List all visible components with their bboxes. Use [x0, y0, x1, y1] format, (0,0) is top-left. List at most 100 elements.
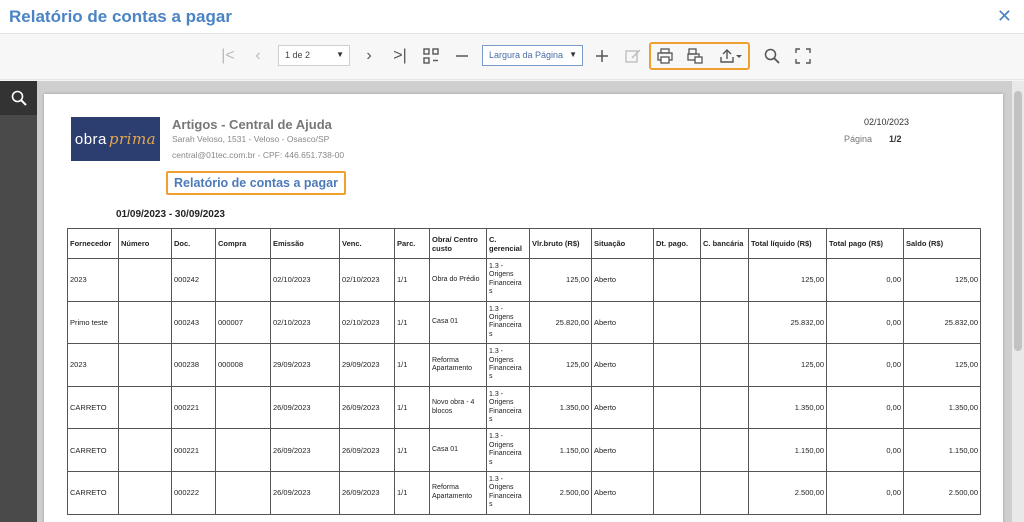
column-header: Doc. [171, 228, 216, 259]
table-cell: 25.820,00 [529, 300, 592, 345]
table-cell: 29/09/2023 [339, 343, 395, 387]
table-cell: 000221 [171, 385, 216, 430]
table-cell: 1.3 - Origens Financeira s [486, 470, 530, 515]
table-cell: 000242 [171, 258, 216, 302]
last-page-icon[interactable]: >| [391, 44, 409, 68]
table-cell: 000222 [171, 470, 216, 515]
table-cell: 1.350,00 [748, 385, 827, 430]
column-header: Emissão [270, 228, 340, 259]
table-cell [215, 428, 271, 472]
table-cell: 1.3 - Origens Financeira s [486, 428, 530, 472]
highlight-box [649, 42, 750, 70]
edit-icon[interactable] [623, 44, 643, 68]
table-row: CARRETO 000221 26/09/2023 26/09/2023 1/1 Casa… [67, 428, 981, 472]
chevron-down-icon: ▼ [336, 50, 344, 59]
table-cell [653, 385, 701, 430]
page-label: Página [844, 134, 873, 144]
table-cell [653, 343, 701, 387]
column-header: C. bancária [700, 228, 749, 259]
table-cell: 25.832,00 [903, 300, 981, 345]
close-icon[interactable]: ✕ [997, 6, 1012, 27]
table-cell: Aberto [591, 385, 654, 430]
table-cell [118, 343, 172, 387]
column-header: Obra/ Centro custo [429, 228, 487, 259]
first-page-icon[interactable]: |< [219, 44, 237, 68]
column-header: Número [118, 228, 172, 259]
table-cell [653, 428, 701, 472]
table-cell: 1/1 [394, 385, 430, 430]
zoom-in-icon[interactable] [593, 44, 611, 68]
table-cell: 125,00 [748, 343, 827, 387]
company-name: Artigos - Central de Ajuda [172, 117, 332, 132]
next-page-icon[interactable]: › [361, 44, 377, 68]
zoom-select[interactable]: Largura da Página ▼ [482, 45, 583, 66]
table-cell: 0,00 [826, 300, 904, 345]
table-cell [700, 300, 749, 345]
table-cell: 2.500,00 [529, 470, 592, 515]
page-select-value: 1 de 2 [285, 50, 311, 60]
multipage-icon[interactable] [421, 44, 441, 68]
table-cell: 1/1 [394, 428, 430, 472]
column-header: C. gerencial [486, 228, 530, 259]
column-header: Saldo (R$) [903, 228, 981, 259]
table-cell [215, 385, 271, 430]
table-cell: Casa 01 [429, 300, 487, 345]
search-icon[interactable] [762, 44, 782, 68]
table-cell: 125,00 [529, 258, 592, 302]
table-cell: Novo obra - 4 blocos [429, 385, 487, 430]
column-header: Situação [591, 228, 654, 259]
page-select[interactable]: 1 de 2 ▼ [278, 45, 350, 66]
table-cell: 0,00 [826, 258, 904, 302]
table-cell: 2.500,00 [748, 470, 827, 515]
column-header: Compra [215, 228, 271, 259]
company-logo: obra prima [71, 117, 160, 161]
table-cell: 1.3 - Origens Financeira s [486, 343, 530, 387]
table-cell [215, 258, 271, 302]
scroll-thumb[interactable] [1014, 91, 1022, 351]
window-title: Relatório de contas a pagar [9, 7, 232, 26]
logo-text-accent: prima [108, 130, 157, 148]
table-cell: 125,00 [903, 258, 981, 302]
sidebar-search-button[interactable] [0, 81, 37, 115]
table-cell: 1/1 [394, 258, 430, 302]
company-address: Sarah Veloso, 1531 - Veloso - Osasco/SP [172, 134, 330, 144]
table-cell: Reforma Apartamento [429, 343, 487, 387]
column-header: Total pago (R$) [826, 228, 904, 259]
table-cell: 1.150,00 [903, 428, 981, 472]
column-header: Total líquido (R$) [748, 228, 827, 259]
table-row: CARRETO 000221 26/09/2023 26/09/2023 1/1 Novo… [67, 385, 981, 430]
table-cell: 1.150,00 [529, 428, 592, 472]
zoom-out-icon[interactable] [453, 44, 471, 68]
fullscreen-icon[interactable] [793, 44, 813, 68]
column-header: Venc. [339, 228, 395, 259]
vertical-scrollbar[interactable] [1012, 81, 1024, 522]
table-cell [700, 258, 749, 302]
table-cell: Casa 01 [429, 428, 487, 472]
company-contact: central@01tec.com.br - CPF: 446.651.738-… [172, 150, 345, 160]
table-row: 2023 000238 000008 29/09/2023 29/09/2023 1/1 R… [67, 343, 981, 387]
table-cell [700, 470, 749, 515]
table-row: Primo teste 000243 000007 02/10/2023 02/10/2… [67, 300, 981, 345]
table-cell: Reforma Apartamento [429, 470, 487, 515]
table-cell [653, 258, 701, 302]
table-cell: 26/09/2023 [270, 428, 340, 472]
table-cell: 26/09/2023 [339, 385, 395, 430]
report-page: obra prima Artigos - Central de Ajuda Sar… [44, 94, 1003, 522]
column-header: Fornecedor [67, 228, 119, 259]
table-cell: 1/1 [394, 343, 430, 387]
table-cell: Obra do Prédio [429, 258, 487, 302]
table-cell: 000007 [215, 300, 271, 345]
table-cell: CARRETO [67, 470, 119, 515]
table-cell: 0,00 [826, 470, 904, 515]
left-sidebar [0, 81, 37, 522]
column-header: Parc. [394, 228, 430, 259]
prev-page-icon[interactable]: ‹ [250, 44, 266, 68]
table-cell: 1.350,00 [529, 385, 592, 430]
table-cell: Aberto [591, 428, 654, 472]
table-cell [118, 300, 172, 345]
chevron-down-icon: ▼ [569, 50, 577, 59]
table-cell [700, 343, 749, 387]
table-cell: 26/09/2023 [339, 470, 395, 515]
table-cell: 25.832,00 [748, 300, 827, 345]
table-cell: 1/1 [394, 300, 430, 345]
